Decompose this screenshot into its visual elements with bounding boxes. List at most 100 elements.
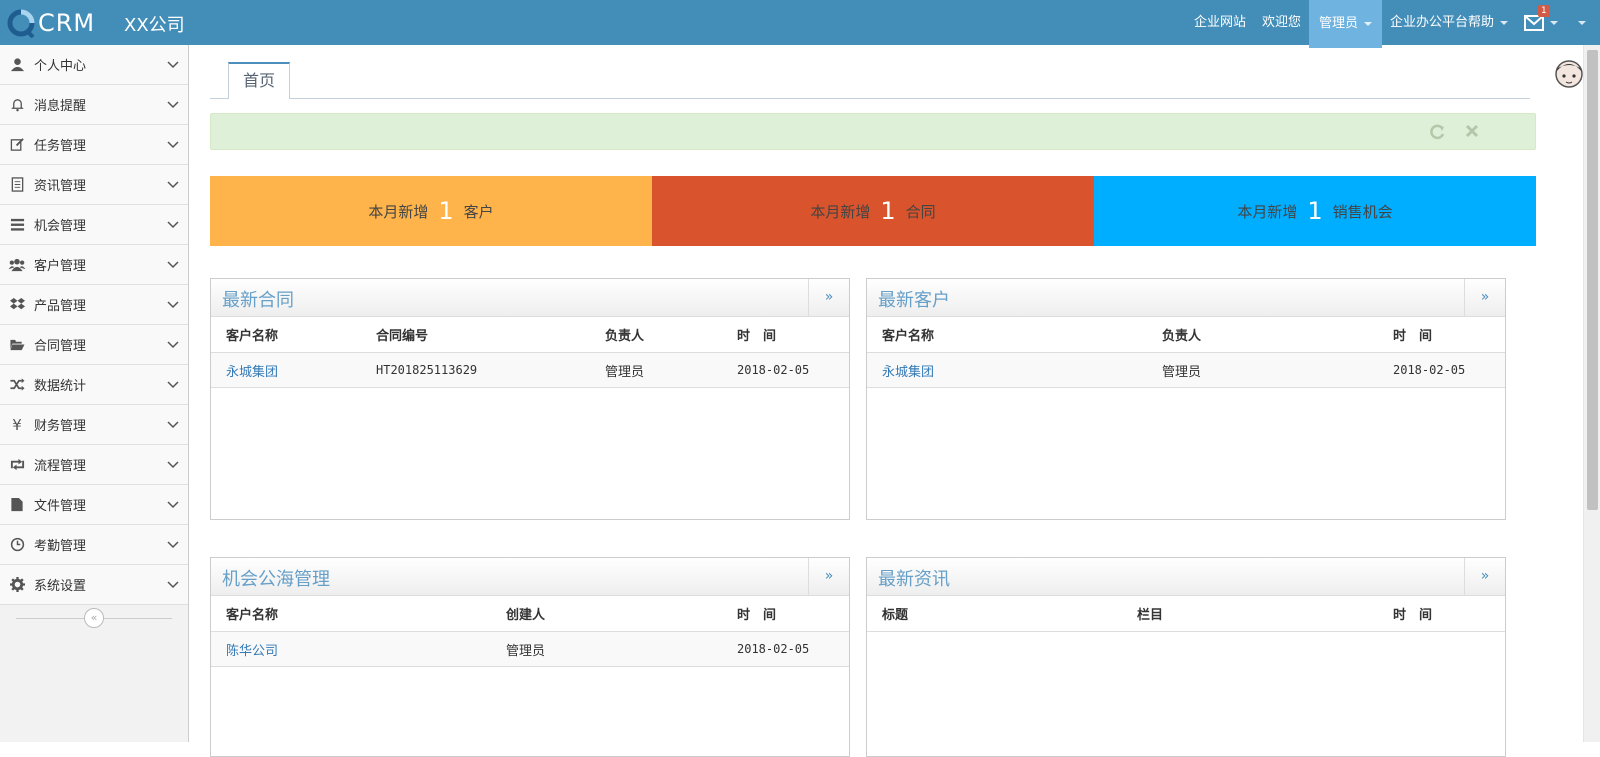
sidebar-item-label: 个人中心 [34,59,87,74]
vertical-scrollbar[interactable] [1583,45,1600,742]
close-icon[interactable] [1464,123,1480,144]
stat-unit: 客户 [463,202,494,221]
sidebar-item-label: 财务管理 [34,419,87,434]
panel-latest-contracts: 最新合同 » 客户名称 合同编号 负责人 时 间 永城集团 HT20182511… [210,278,850,520]
table-header: 客户名称 负责人 时 间 [867,317,1505,353]
top-nav-links: 企业网站 欢迎您 管理员 企业办公平台帮助 1 [1186,0,1600,48]
main-content: 首页 本月新增 1 客户 本月新增 1 合同 本月新增 1 销售机会 最新合同 … [190,45,1580,757]
sidebar-item-label: 系统设置 [34,579,87,594]
column-header: 合同编号 [376,329,429,344]
sidebar-item-label: 客户管理 [34,259,87,274]
panel-header: 机会公海管理 » [211,558,849,596]
admin-menu[interactable]: 管理员 [1308,0,1382,48]
stat-contracts[interactable]: 本月新增 1 合同 [652,176,1094,246]
sidebar-item[interactable]: 机会管理 [0,205,188,245]
chevron-down-icon [1550,20,1558,25]
bell-icon [0,97,34,112]
more-button[interactable]: » [808,279,849,317]
panel-latest-news: 最新资讯 » 标题 栏目 时 间 [866,557,1506,757]
more-button[interactable]: » [1464,279,1505,317]
stat-value: 1 [438,197,454,225]
owner-cell: 管理员 [605,364,645,380]
list-icon [0,217,34,232]
gear-icon [0,577,34,592]
panel-title: 机会公海管理 [222,569,330,590]
support-avatar-icon[interactable] [1553,56,1585,96]
column-header: 时 间 [737,329,777,344]
tab-home[interactable]: 首页 [228,62,291,99]
sidebar-item[interactable]: 流程管理 [0,445,188,485]
stat-value: 1 [1307,197,1323,225]
scrollbar-thumb[interactable] [1587,50,1598,510]
refresh-icon[interactable] [1428,123,1446,146]
sidebar-item[interactable]: 消息提醒 [0,85,188,125]
sidebar-item-label: 消息提醒 [34,99,87,114]
sidebar-collapse: « [0,605,188,631]
column-header: 栏目 [1137,608,1164,623]
stat-unit: 销售机会 [1332,202,1393,221]
sidebar-item[interactable]: 系统设置 [0,565,188,605]
column-header: 时 间 [1393,329,1433,344]
column-header: 负责人 [605,329,645,344]
collapse-sidebar-button[interactable]: « [84,608,104,628]
sidebar-item-label: 合同管理 [34,339,87,354]
stat-opportunities[interactable]: 本月新增 1 销售机会 [1094,176,1536,246]
alert-bar [210,113,1536,150]
chevron-down-icon [158,180,188,189]
chevron-down-icon [158,100,188,109]
chevron-down-icon [1363,22,1372,26]
sidebar-item[interactable]: 客户管理 [0,245,188,285]
stat-label: 本月新增 [368,202,429,221]
sidebar-item[interactable]: 资讯管理 [0,165,188,205]
stat-customers[interactable]: 本月新增 1 客户 [210,176,652,246]
stat-value: 1 [880,197,896,225]
file-icon [0,497,34,512]
sidebar-item[interactable]: 合同管理 [0,325,188,365]
stat-label: 本月新增 [1237,202,1298,221]
date-cell: 2018-02-05 [1393,363,1466,377]
customer-link[interactable]: 陈华公司 [211,640,491,659]
panel-header: 最新合同 » [211,279,849,317]
table-header: 客户名称 创建人 时 间 [211,596,849,632]
sidebar-item[interactable]: 数据统计 [0,365,188,405]
table-row: 永城集团 管理员 2018-02-05 [867,353,1505,388]
document-icon [0,177,34,192]
customer-link[interactable]: 永城集团 [211,361,361,380]
more-button[interactable]: » [808,558,849,596]
chevron-down-icon [158,380,188,389]
extra-menu[interactable] [1566,0,1600,45]
sidebar-item-label: 数据统计 [34,379,87,394]
sidebar-item[interactable]: ¥ 财务管理 [0,405,188,445]
stat-unit: 合同 [905,202,936,221]
panel-title: 最新合同 [222,290,294,311]
date-cell: 2018-02-05 [737,642,810,656]
sidebar-item-label: 产品管理 [34,299,87,314]
mail-menu[interactable]: 1 [1516,0,1566,45]
contract-number: HT201825113629 [376,363,478,377]
chevron-down-icon [158,140,188,149]
logo[interactable]: CRM [6,4,95,41]
sidebar-item[interactable]: 任务管理 [0,125,188,165]
creator-cell: 管理员 [506,643,546,659]
table-header: 客户名称 合同编号 负责人 时 间 [211,317,849,353]
sidebar-item[interactable]: 产品管理 [0,285,188,325]
clock-icon [0,537,34,552]
customer-link[interactable]: 永城集团 [867,361,1147,380]
sidebar-item-label: 资讯管理 [34,179,87,194]
chevron-down-icon [158,580,188,589]
chevron-down-icon [158,460,188,469]
users-icon [0,257,34,272]
panel-title: 最新客户 [878,290,950,311]
sidebar-item[interactable]: 文件管理 [0,485,188,525]
help-menu[interactable]: 企业办公平台帮助 [1382,0,1516,45]
sidebar-item[interactable]: 个人中心 [0,45,188,85]
table-header: 标题 栏目 时 间 [867,596,1505,632]
chevron-down-icon [1578,20,1586,25]
sidebar-item[interactable]: 考勤管理 [0,525,188,565]
shuffle-icon [0,377,34,392]
dropbox-icon [0,297,34,312]
tab-bar: 首页 [210,62,1530,99]
top-navbar: CRM XX公司 企业网站 欢迎您 管理员 企业办公平台帮助 1 [0,0,1600,48]
nav-enterprise-site[interactable]: 企业网站 [1186,0,1254,45]
more-button[interactable]: » [1464,558,1505,596]
